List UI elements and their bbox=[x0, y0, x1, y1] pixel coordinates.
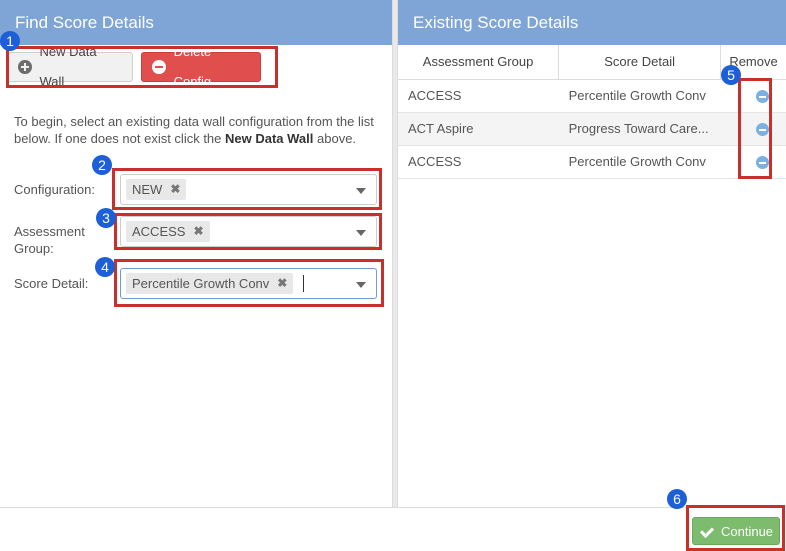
step-badge-6: 6 bbox=[667, 489, 687, 509]
highlight-box-5 bbox=[738, 78, 772, 179]
group-cell: ACCESS bbox=[398, 145, 559, 179]
group-cell: ACCESS bbox=[398, 79, 559, 113]
intro-bold-text: New Data Wall bbox=[225, 131, 314, 146]
highlight-box-4 bbox=[114, 259, 384, 307]
configuration-label: Configuration: bbox=[14, 182, 95, 197]
detail-cell: Percentile Growth Conv bbox=[558, 79, 721, 113]
table-row: ACT Aspire Progress Toward Care... bbox=[398, 112, 786, 146]
group-cell: ACT Aspire bbox=[398, 112, 559, 146]
highlight-box-2 bbox=[112, 168, 382, 210]
detail-cell: Percentile Growth Conv bbox=[558, 145, 721, 179]
step-badge-2: 2 bbox=[92, 155, 112, 175]
detail-cell: Progress Toward Care... bbox=[558, 112, 721, 146]
dialog-footer bbox=[0, 507, 786, 551]
table-row: ACCESS Percentile Growth Conv bbox=[398, 145, 786, 179]
column-header[interactable]: Assessment Group bbox=[398, 45, 560, 80]
step-badge-3: 3 bbox=[96, 208, 116, 228]
step-badge-1: 1 bbox=[0, 31, 20, 51]
highlight-box-3 bbox=[114, 213, 382, 250]
step-badge-5: 5 bbox=[721, 65, 741, 85]
score-detail-label: Score Detail: bbox=[14, 276, 89, 291]
intro-text: To begin, select an existing data wall c… bbox=[14, 114, 374, 146]
step-badge-4: 4 bbox=[95, 257, 115, 277]
highlight-box-1 bbox=[6, 46, 278, 88]
highlight-box-6 bbox=[686, 505, 785, 551]
panel-title: Existing Score Details bbox=[398, 0, 786, 45]
assessment-group-label: Assessment Group: bbox=[14, 224, 85, 256]
column-header[interactable]: Score Detail bbox=[558, 45, 722, 80]
